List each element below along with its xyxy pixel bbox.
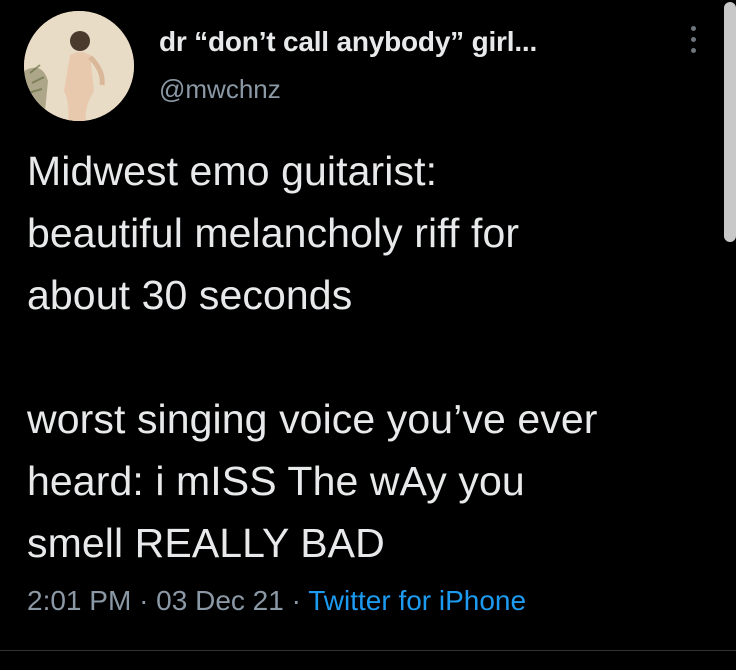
- tweet: dr “don’t call anybody” girl... @mwchnz …: [0, 0, 736, 670]
- tweet-text: Midwest emo guitarist: beautiful melanch…: [27, 140, 717, 574]
- tweet-paragraph: worst singing voice you’ve ever heard: i…: [27, 396, 598, 566]
- tweet-time[interactable]: 2:01 PM: [27, 585, 131, 616]
- meta-separator: ·: [291, 585, 301, 616]
- author-handle[interactable]: @mwchnz: [159, 74, 281, 105]
- avatar[interactable]: [24, 11, 134, 121]
- scrollbar[interactable]: [724, 2, 736, 242]
- author-display-name[interactable]: dr “don’t call anybody” girl...: [159, 26, 537, 58]
- avatar-image: [24, 11, 134, 121]
- tweet-meta: 2:01 PM · 03 Dec 21 · Twitter for iPhone: [27, 585, 526, 617]
- divider: [0, 650, 736, 651]
- more-vertical-icon[interactable]: [683, 26, 703, 60]
- tweet-paragraph: Midwest emo guitarist: beautiful melanch…: [27, 148, 520, 318]
- tweet-date[interactable]: 03 Dec 21: [156, 585, 284, 616]
- tweet-source-link[interactable]: Twitter for iPhone: [308, 585, 526, 616]
- meta-separator: ·: [139, 585, 149, 616]
